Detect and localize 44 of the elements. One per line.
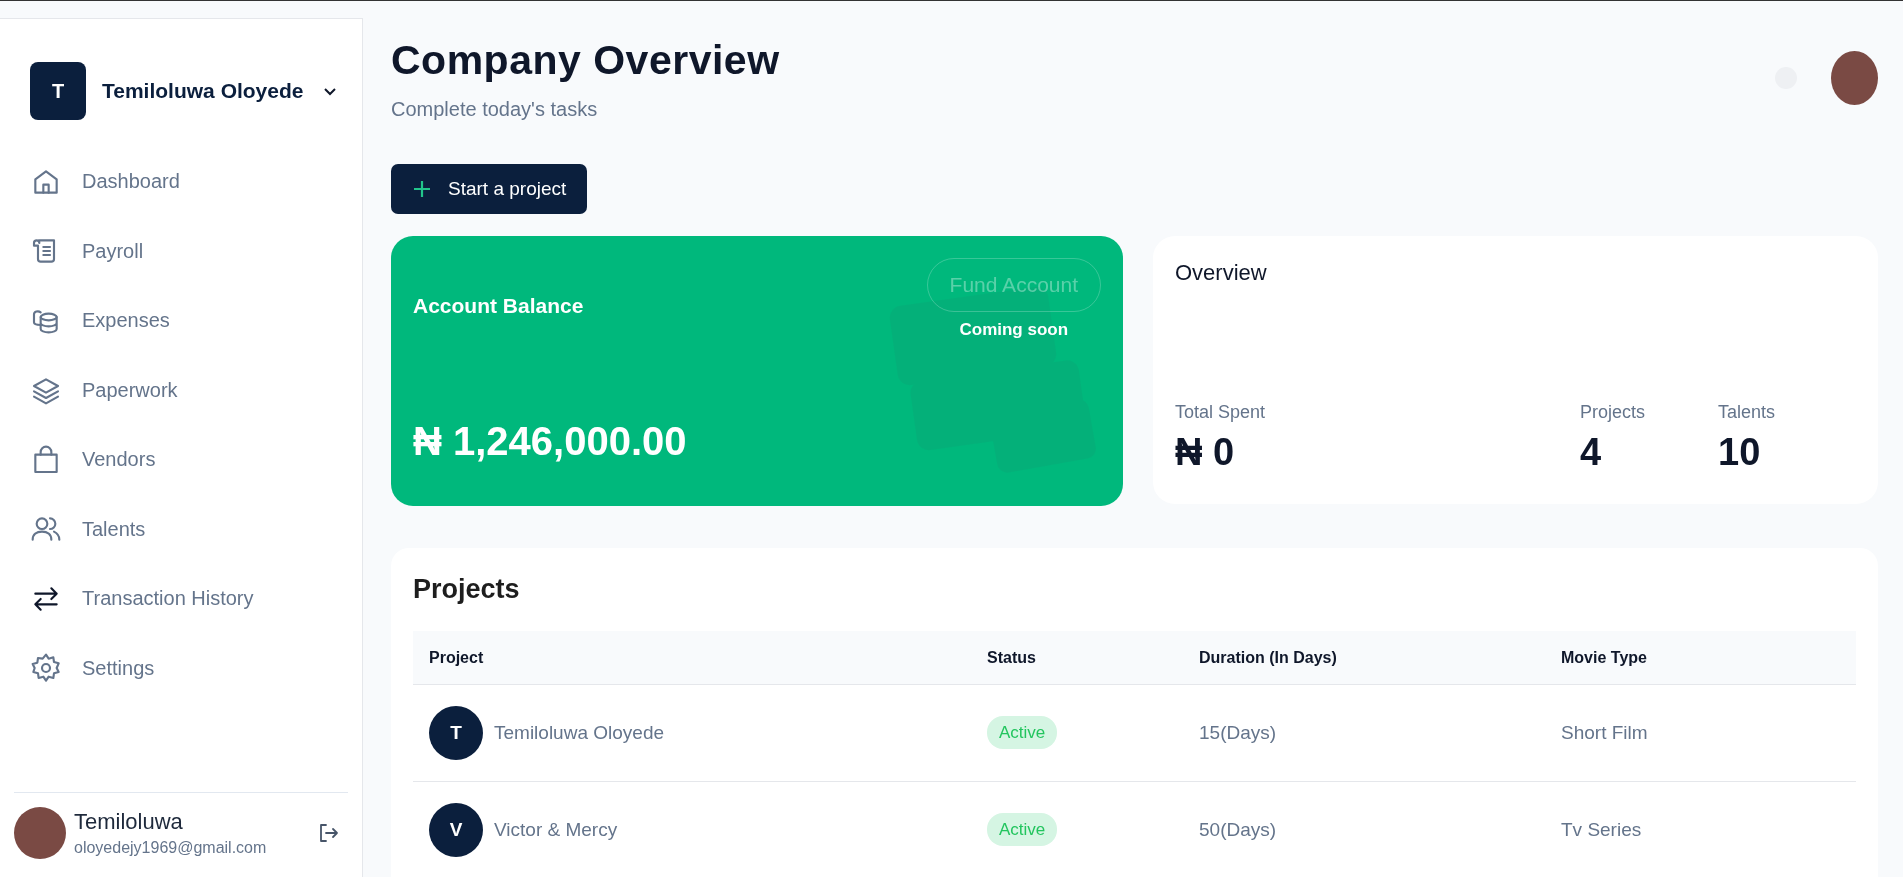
user-name: Temiloluwa [74, 809, 184, 835]
column-header: Movie Type [1561, 648, 1648, 667]
coming-soon-note: Coming soon [959, 320, 1069, 340]
stat-label: Talents [1718, 402, 1777, 423]
stat-label: Total Spent [1175, 402, 1267, 423]
stat-label: Projects [1580, 402, 1647, 423]
nav-item[interactable]: Settings [30, 633, 362, 703]
duration-cell-text: 50(Days) [1199, 819, 1278, 841]
start-project-button[interactable]: Start a project [391, 164, 588, 214]
profile-avatar[interactable] [1831, 51, 1878, 105]
nav-item[interactable]: Transaction History [30, 564, 362, 634]
project-avatar: V [429, 803, 483, 857]
plus-icon [412, 179, 432, 199]
team-name[interactable]: Temiloluwa Oloyede [102, 79, 304, 103]
user-avatar [14, 807, 66, 859]
column-header: Status [987, 648, 1037, 667]
nav-item[interactable]: Expenses [30, 286, 362, 356]
nav-item[interactable]: Paperwork [30, 355, 362, 425]
column-header: Project [428, 648, 485, 667]
stat-value: 10 [1718, 431, 1762, 474]
column-header: Duration (In Days) [1199, 648, 1338, 667]
project-name: Temiloluwa Oloyede [494, 722, 665, 744]
project-avatar: T [429, 706, 483, 760]
settings-icon [30, 652, 62, 685]
team-avatar: T [30, 62, 86, 120]
stat-value: ₦ 0 [1175, 431, 1236, 474]
nav-item[interactable]: Talents [30, 494, 362, 564]
duration-cell-text: 15(Days) [1199, 722, 1278, 744]
projects-title: Projects [413, 574, 521, 605]
balance-title: Account Balance [413, 294, 584, 318]
user-email: oloyedejy1969@gmail.com [74, 839, 268, 857]
nav-item[interactable]: Payroll [30, 216, 362, 286]
movie-type-cell-text: Tv Series [1561, 819, 1643, 841]
page-subtitle: Complete today's tasks [391, 98, 599, 121]
status-badge: Active [987, 716, 1058, 749]
overview-title: Overview [1175, 260, 1268, 286]
project-name: Victor & Mercy [494, 819, 618, 841]
stat-value: 4 [1580, 431, 1603, 474]
movie-type-cell-text: Short Film [1561, 722, 1649, 744]
page-title: Company Overview [391, 37, 780, 84]
nav-item[interactable]: Vendors [30, 425, 362, 495]
nav-item[interactable]: Dashboard [30, 147, 362, 217]
balance-amount: ₦ 1,246,000.00 [413, 419, 688, 464]
status-badge: Active [987, 813, 1058, 846]
